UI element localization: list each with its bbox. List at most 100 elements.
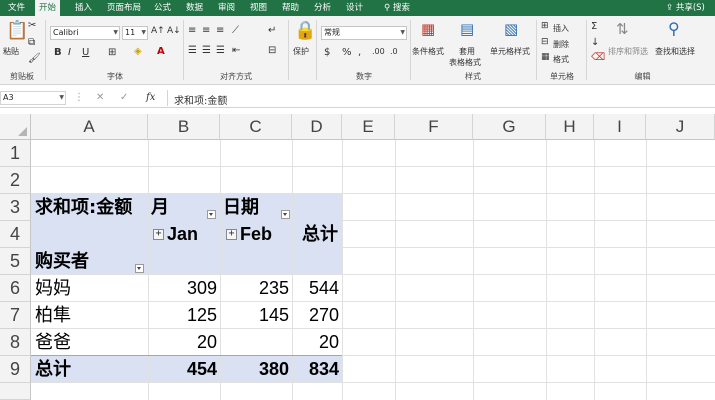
pivot-row-label[interactable]: 妈妈 bbox=[35, 276, 71, 301]
pivot-cell-total[interactable]: 544 bbox=[292, 276, 339, 301]
pivot-row-label[interactable]: 爸爸 bbox=[35, 330, 71, 355]
month-filter-button[interactable] bbox=[207, 210, 216, 219]
decrease-font-icon[interactable]: A↓ bbox=[167, 27, 181, 36]
column-header-e[interactable]: E bbox=[342, 114, 395, 140]
buyer-filter-button[interactable] bbox=[135, 264, 144, 273]
column-header-i[interactable]: I bbox=[594, 114, 646, 140]
pivot-date-label[interactable]: 日期 bbox=[223, 195, 259, 220]
autosum-icon[interactable]: Σ bbox=[591, 22, 597, 32]
format-as-table-label-1[interactable]: 套用 bbox=[459, 46, 475, 57]
underline-icon[interactable]: U bbox=[82, 48, 89, 58]
pivot-col-feb[interactable]: Feb bbox=[240, 222, 272, 247]
format-cells-icon[interactable]: ▦ bbox=[541, 53, 550, 62]
conditional-format-label[interactable]: 条件格式 bbox=[412, 46, 444, 57]
orientation-icon[interactable]: ⟋ bbox=[232, 26, 239, 36]
lock-icon[interactable]: 🔒 bbox=[294, 22, 316, 40]
align-left-icon[interactable]: ☰ bbox=[188, 46, 197, 56]
column-header-b[interactable]: B bbox=[148, 114, 220, 140]
fill-color-icon[interactable]: ◈ bbox=[134, 47, 142, 57]
select-all-corner[interactable] bbox=[0, 114, 31, 140]
format-label[interactable]: 格式 bbox=[553, 54, 569, 65]
pivot-cell-feb[interactable]: 235 bbox=[220, 276, 289, 301]
pivot-month-label[interactable]: 月 bbox=[151, 195, 169, 220]
tab-help[interactable]: 帮助 bbox=[278, 0, 303, 16]
paste-label[interactable]: 粘贴 bbox=[3, 46, 19, 57]
pivot-grand-total[interactable]: 834 bbox=[292, 357, 339, 382]
delete-label[interactable]: 删除 bbox=[553, 39, 569, 50]
find-select-label[interactable]: 查找和选择 bbox=[655, 46, 695, 57]
delete-cells-icon[interactable]: ⊟ bbox=[541, 38, 549, 47]
pivot-cell-jan[interactable]: 20 bbox=[148, 330, 217, 355]
cut-icon[interactable]: ✂ bbox=[28, 21, 36, 31]
insert-cells-icon[interactable]: ⊞ bbox=[541, 22, 549, 31]
align-bottom-icon[interactable]: ≡ bbox=[216, 26, 224, 36]
row-header-8[interactable]: 8 bbox=[0, 329, 31, 356]
tab-home[interactable]: 开始 bbox=[35, 0, 61, 16]
fill-icon[interactable]: ↓ bbox=[591, 38, 599, 48]
row-header-2[interactable]: 2 bbox=[0, 167, 31, 194]
format-as-table-label-2[interactable]: 表格格式 bbox=[449, 57, 481, 68]
pivot-cell-total[interactable]: 20 bbox=[292, 330, 339, 355]
date-filter-button[interactable] bbox=[281, 210, 290, 219]
tab-page-layout[interactable]: 页面布局 bbox=[103, 0, 145, 16]
pivot-value-label[interactable]: 求和项:金额 bbox=[35, 195, 132, 220]
align-center-icon[interactable]: ☰ bbox=[202, 46, 211, 56]
font-size-select[interactable]: 11 ▼ bbox=[122, 26, 148, 40]
expand-feb-icon[interactable]: + bbox=[226, 229, 237, 240]
paste-icon[interactable]: 📋 bbox=[6, 22, 28, 40]
conditional-format-icon[interactable]: ▦ bbox=[421, 22, 435, 37]
row-header-10[interactable] bbox=[0, 383, 31, 400]
tab-review[interactable]: 审阅 bbox=[214, 0, 239, 16]
align-middle-icon[interactable]: ≡ bbox=[202, 26, 210, 36]
confirm-icon[interactable]: ✓ bbox=[120, 93, 128, 103]
font-color-icon[interactable]: A bbox=[157, 47, 165, 57]
row-header-5[interactable]: 5 bbox=[0, 248, 31, 275]
decrease-decimal-icon[interactable]: .0 bbox=[390, 48, 398, 56]
pivot-row-field-label[interactable]: 购买者 bbox=[35, 249, 89, 274]
row-header-9[interactable]: 9 bbox=[0, 356, 31, 383]
pivot-total-jan[interactable]: 454 bbox=[148, 357, 217, 382]
protect-label[interactable]: 保护 bbox=[293, 46, 309, 57]
row-header-1[interactable]: 1 bbox=[0, 140, 31, 167]
tab-data[interactable]: 数据 bbox=[182, 0, 207, 16]
clear-icon[interactable]: ⌫ bbox=[591, 53, 605, 63]
tab-analyze[interactable]: 分析 bbox=[310, 0, 335, 16]
pivot-cell-feb[interactable]: 145 bbox=[220, 303, 289, 328]
column-header-h[interactable]: H bbox=[546, 114, 594, 140]
pivot-cell-total[interactable]: 270 bbox=[292, 303, 339, 328]
column-header-a[interactable]: A bbox=[31, 114, 148, 140]
tab-formulas[interactable]: 公式 bbox=[150, 0, 175, 16]
sort-filter-label[interactable]: 排序和筛选 bbox=[608, 46, 648, 57]
comma-style-icon[interactable]: , bbox=[358, 48, 361, 58]
tab-insert[interactable]: 插入 bbox=[71, 0, 96, 16]
tab-design[interactable]: 设计 bbox=[342, 0, 367, 16]
align-top-icon[interactable]: ≡ bbox=[188, 26, 196, 36]
column-header-c[interactable]: C bbox=[220, 114, 292, 140]
name-box[interactable]: A3 ▼ bbox=[0, 91, 66, 105]
wrap-text-icon[interactable]: ↵ bbox=[268, 26, 276, 36]
pivot-grand-total-header[interactable]: 总计 bbox=[294, 222, 338, 247]
cell-styles-label[interactable]: 单元格样式 bbox=[490, 46, 530, 57]
column-header-f[interactable]: F bbox=[395, 114, 473, 140]
row-header-6[interactable]: 6 bbox=[0, 275, 31, 302]
find-select-icon[interactable]: ⚲ bbox=[668, 21, 680, 37]
border-icon[interactable]: ⊞ bbox=[108, 48, 116, 58]
tab-view[interactable]: 视图 bbox=[246, 0, 271, 16]
copy-icon[interactable]: ⧉ bbox=[28, 38, 35, 48]
insert-function-button[interactable]: fx bbox=[146, 92, 155, 103]
sort-filter-icon[interactable]: ⇅ bbox=[616, 22, 629, 37]
merge-cells-icon[interactable]: ⊟ bbox=[268, 46, 276, 56]
align-right-icon[interactable]: ☰ bbox=[216, 46, 225, 56]
row-header-3[interactable]: 3 bbox=[0, 194, 31, 221]
pivot-col-jan[interactable]: Jan bbox=[167, 222, 198, 247]
search-box[interactable]: ⚲ 搜索 bbox=[380, 0, 414, 16]
tab-file[interactable]: 文件 bbox=[4, 0, 29, 16]
pivot-total-feb[interactable]: 380 bbox=[220, 357, 289, 382]
italic-icon[interactable]: I bbox=[68, 48, 71, 58]
formula-input[interactable]: 求和项:金额 bbox=[174, 92, 227, 107]
percent-icon[interactable]: % bbox=[342, 48, 352, 58]
pivot-total-label[interactable]: 总计 bbox=[35, 357, 71, 382]
font-name-select[interactable]: Calibri ▼ bbox=[50, 26, 120, 40]
more-options-icon[interactable]: ⋮ bbox=[74, 93, 84, 103]
expand-jan-icon[interactable]: + bbox=[153, 229, 164, 240]
